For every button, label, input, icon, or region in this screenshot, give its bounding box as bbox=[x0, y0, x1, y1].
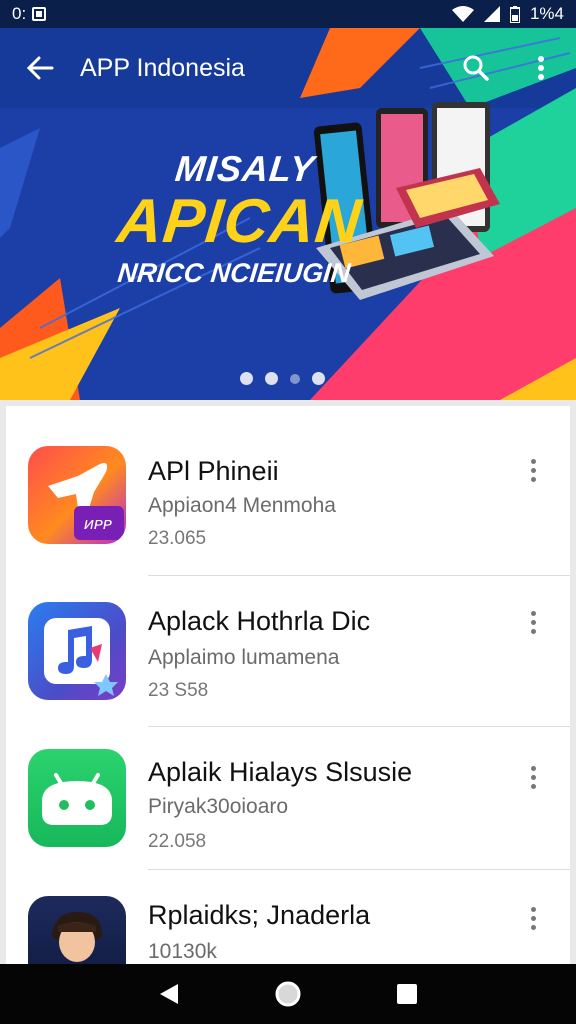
carousel-indicator bbox=[240, 372, 325, 385]
nav-home-button[interactable] bbox=[268, 974, 308, 1014]
banner-line-2: APICAN bbox=[114, 187, 365, 256]
app-name: Aplaik Hialays Slsusie bbox=[148, 757, 413, 787]
app-name: Rplaidks; Jnaderla bbox=[148, 900, 371, 930]
app-badge: ᴎᴘᴘ bbox=[84, 514, 113, 533]
item-more-button[interactable] bbox=[518, 450, 548, 490]
character-avatar-icon bbox=[52, 912, 102, 966]
recents-square-icon bbox=[396, 984, 417, 1004]
banner-line-3: NRICC NCIEIUGIN bbox=[116, 258, 352, 288]
banner-headline: MISALY APICAN NRICC NCIEIUGIN bbox=[111, 148, 370, 289]
android-robot-icon bbox=[42, 773, 112, 825]
list-item[interactable]: Aplaik Hialays Slsusie Piryak30oioaro 22… bbox=[6, 727, 570, 877]
nav-back-button[interactable] bbox=[149, 974, 189, 1014]
app-name: APl Phineii bbox=[148, 456, 279, 486]
carousel-dot[interactable] bbox=[265, 372, 278, 385]
more-vert-icon bbox=[538, 56, 544, 80]
page-title: APP Indonesia bbox=[80, 53, 245, 82]
notification-icon bbox=[32, 7, 47, 21]
item-more-button[interactable] bbox=[518, 757, 548, 797]
battery-icon bbox=[509, 5, 520, 23]
overflow-menu-button[interactable] bbox=[506, 28, 576, 108]
search-button[interactable] bbox=[446, 28, 506, 108]
app-icon bbox=[28, 896, 126, 966]
list-item[interactable]: Aplack Hothrla Dic Applaimo lumamena 23 … bbox=[6, 576, 570, 727]
app-size: 23.065 bbox=[148, 528, 207, 549]
app-icon: ᴎᴘᴘ bbox=[28, 446, 126, 544]
carousel-dot[interactable] bbox=[312, 372, 325, 385]
carousel-dot[interactable] bbox=[290, 374, 300, 384]
app-size: 22.058 bbox=[148, 831, 207, 852]
hero-banner[interactable]: APP Indonesia MISALY APICAN NRICC NCIEIU… bbox=[0, 28, 576, 400]
app-bar: APP Indonesia bbox=[0, 28, 576, 108]
item-more-button[interactable] bbox=[518, 898, 548, 938]
back-arrow-icon bbox=[26, 56, 54, 80]
status-time: 0: bbox=[12, 4, 27, 23]
home-circle-icon bbox=[275, 981, 301, 1007]
music-note-icon bbox=[44, 618, 118, 696]
app-list: ᴎᴘᴘ APl Phineii Appiaon4 Menmoha 23.065 … bbox=[6, 406, 570, 966]
list-item[interactable]: Rplaidks; Jnaderla 10130k bbox=[6, 870, 570, 966]
battery-level: 1%4 bbox=[529, 4, 564, 23]
banner-line-1: MISALY bbox=[173, 148, 317, 189]
list-item[interactable]: ᴎᴘᴘ APl Phineii Appiaon4 Menmoha 23.065 bbox=[6, 406, 570, 576]
app-icon bbox=[28, 602, 126, 700]
search-icon bbox=[463, 55, 489, 81]
app-subtitle: Appiaon4 Menmoha bbox=[148, 494, 336, 517]
carousel-dot[interactable] bbox=[240, 372, 253, 385]
back-triangle-icon bbox=[160, 984, 179, 1004]
nav-recents-button[interactable] bbox=[387, 974, 427, 1014]
app-icon bbox=[28, 749, 126, 847]
app-subtitle: Piryak30oioaro bbox=[148, 795, 289, 818]
system-nav-bar bbox=[0, 964, 576, 1024]
app-name: Aplack Hothrla Dic bbox=[148, 606, 371, 636]
app-subtitle: Applaimo lumamena bbox=[148, 646, 340, 669]
item-more-button[interactable] bbox=[518, 602, 548, 642]
app-size: 23 S58 bbox=[148, 680, 209, 701]
status-bar: 0: 1%4 bbox=[0, 0, 576, 28]
wifi-icon bbox=[451, 6, 474, 22]
signal-icon bbox=[483, 6, 500, 22]
back-button[interactable] bbox=[0, 28, 80, 108]
app-subtitle: 10130k bbox=[148, 940, 217, 963]
